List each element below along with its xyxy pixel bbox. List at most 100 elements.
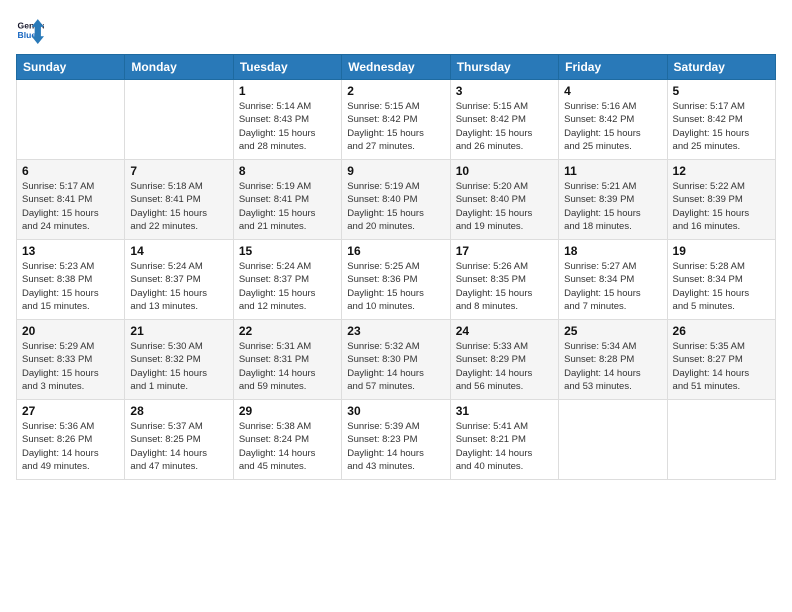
day-number: 2 xyxy=(347,84,444,98)
day-number: 19 xyxy=(673,244,770,258)
calendar-cell: 4Sunrise: 5:16 AM Sunset: 8:42 PM Daylig… xyxy=(559,80,667,160)
day-number: 8 xyxy=(239,164,336,178)
day-number: 3 xyxy=(456,84,553,98)
day-number: 18 xyxy=(564,244,661,258)
day-number: 31 xyxy=(456,404,553,418)
calendar-cell: 15Sunrise: 5:24 AM Sunset: 8:37 PM Dayli… xyxy=(233,240,341,320)
calendar-cell: 29Sunrise: 5:38 AM Sunset: 8:24 PM Dayli… xyxy=(233,400,341,480)
calendar-cell: 28 Sunrise: 5:37 AM Sunset: 8:25 PM Dayli… xyxy=(125,400,233,480)
day-info: Sunrise: 5:20 AM Sunset: 8:40 PM Dayligh… xyxy=(456,180,553,233)
calendar-cell: 21 Sunrise: 5:30 AM Sunset: 8:32 PM Dayli… xyxy=(125,320,233,400)
week-row-4: 20 Sunrise: 5:29 AM Sunset: 8:33 PM Dayli… xyxy=(17,320,776,400)
logo: General Blue xyxy=(16,16,44,44)
day-info: Sunrise: 5:15 AM Sunset: 8:42 PM Dayligh… xyxy=(347,100,444,153)
day-number: 5 xyxy=(673,84,770,98)
day-info: Sunrise: 5:18 AM Sunset: 8:41 PM Dayligh… xyxy=(130,180,227,233)
day-number: 12 xyxy=(673,164,770,178)
calendar-cell: 12 Sunrise: 5:22 AM Sunset: 8:39 PM Dayli… xyxy=(667,160,775,240)
weekday-header-friday: Friday xyxy=(559,55,667,80)
calendar-cell: 14 Sunrise: 5:24 AM Sunset: 8:37 PM Dayli… xyxy=(125,240,233,320)
calendar-cell: 16 Sunrise: 5:25 AM Sunset: 8:36 PM Dayli… xyxy=(342,240,450,320)
calendar-cell: 9 Sunrise: 5:19 AM Sunset: 8:40 PM Daylig… xyxy=(342,160,450,240)
day-number: 16 xyxy=(347,244,444,258)
calendar-cell: 5 Sunrise: 5:17 AM Sunset: 8:42 PM Daylig… xyxy=(667,80,775,160)
day-number: 22 xyxy=(239,324,336,338)
calendar-cell: 7 Sunrise: 5:18 AM Sunset: 8:41 PM Daylig… xyxy=(125,160,233,240)
header: General Blue xyxy=(16,16,776,44)
calendar-cell xyxy=(667,400,775,480)
weekday-header-thursday: Thursday xyxy=(450,55,558,80)
day-info: Sunrise: 5:23 AM Sunset: 8:38 PM Dayligh… xyxy=(22,260,119,313)
day-number: 20 xyxy=(22,324,119,338)
day-info: Sunrise: 5:27 AM Sunset: 8:34 PM Dayligh… xyxy=(564,260,661,313)
day-number: 27 xyxy=(22,404,119,418)
day-number: 21 xyxy=(130,324,227,338)
week-row-1: 1 Sunrise: 5:14 AM Sunset: 8:43 PM Daylig… xyxy=(17,80,776,160)
day-info: Sunrise: 5:19 AM Sunset: 8:40 PM Dayligh… xyxy=(347,180,444,233)
week-row-3: 13 Sunrise: 5:23 AM Sunset: 8:38 PM Dayli… xyxy=(17,240,776,320)
day-info: Sunrise: 5:28 AM Sunset: 8:34 PM Dayligh… xyxy=(673,260,770,313)
day-info: Sunrise: 5:14 AM Sunset: 8:43 PM Dayligh… xyxy=(239,100,336,153)
calendar-cell: 25 Sunrise: 5:34 AM Sunset: 8:28 PM Dayli… xyxy=(559,320,667,400)
weekday-header-tuesday: Tuesday xyxy=(233,55,341,80)
day-number: 6 xyxy=(22,164,119,178)
day-info: Sunrise: 5:36 AM Sunset: 8:26 PM Dayligh… xyxy=(22,420,119,473)
weekday-header-monday: Monday xyxy=(125,55,233,80)
day-info: Sunrise: 5:25 AM Sunset: 8:36 PM Dayligh… xyxy=(347,260,444,313)
weekday-header-row: SundayMondayTuesdayWednesdayThursdayFrid… xyxy=(17,55,776,80)
calendar-cell: 31 Sunrise: 5:41 AM Sunset: 8:21 PM Dayli… xyxy=(450,400,558,480)
day-info: Sunrise: 5:34 AM Sunset: 8:28 PM Dayligh… xyxy=(564,340,661,393)
day-number: 9 xyxy=(347,164,444,178)
day-info: Sunrise: 5:35 AM Sunset: 8:27 PM Dayligh… xyxy=(673,340,770,393)
calendar-cell: 17Sunrise: 5:26 AM Sunset: 8:35 PM Dayli… xyxy=(450,240,558,320)
day-info: Sunrise: 5:24 AM Sunset: 8:37 PM Dayligh… xyxy=(239,260,336,313)
day-number: 23 xyxy=(347,324,444,338)
day-number: 29 xyxy=(239,404,336,418)
day-number: 14 xyxy=(130,244,227,258)
calendar-cell: 26Sunrise: 5:35 AM Sunset: 8:27 PM Dayli… xyxy=(667,320,775,400)
day-info: Sunrise: 5:15 AM Sunset: 8:42 PM Dayligh… xyxy=(456,100,553,153)
calendar-cell: 2 Sunrise: 5:15 AM Sunset: 8:42 PM Daylig… xyxy=(342,80,450,160)
day-number: 17 xyxy=(456,244,553,258)
week-row-5: 27 Sunrise: 5:36 AM Sunset: 8:26 PM Dayli… xyxy=(17,400,776,480)
calendar-cell: 11 Sunrise: 5:21 AM Sunset: 8:39 PM Dayli… xyxy=(559,160,667,240)
day-info: Sunrise: 5:17 AM Sunset: 8:42 PM Dayligh… xyxy=(673,100,770,153)
day-number: 13 xyxy=(22,244,119,258)
calendar-cell: 23 Sunrise: 5:32 AM Sunset: 8:30 PM Dayli… xyxy=(342,320,450,400)
calendar-cell xyxy=(125,80,233,160)
calendar-cell: 8 Sunrise: 5:19 AM Sunset: 8:41 PM Daylig… xyxy=(233,160,341,240)
day-info: Sunrise: 5:39 AM Sunset: 8:23 PM Dayligh… xyxy=(347,420,444,473)
day-number: 25 xyxy=(564,324,661,338)
calendar-cell: 18 Sunrise: 5:27 AM Sunset: 8:34 PM Dayli… xyxy=(559,240,667,320)
calendar-cell: 13 Sunrise: 5:23 AM Sunset: 8:38 PM Dayli… xyxy=(17,240,125,320)
day-info: Sunrise: 5:37 AM Sunset: 8:25 PM Dayligh… xyxy=(130,420,227,473)
day-info: Sunrise: 5:17 AM Sunset: 8:41 PM Dayligh… xyxy=(22,180,119,233)
day-number: 24 xyxy=(456,324,553,338)
day-info: Sunrise: 5:41 AM Sunset: 8:21 PM Dayligh… xyxy=(456,420,553,473)
calendar-cell xyxy=(17,80,125,160)
day-number: 30 xyxy=(347,404,444,418)
day-number: 11 xyxy=(564,164,661,178)
day-number: 28 xyxy=(130,404,227,418)
day-number: 7 xyxy=(130,164,227,178)
calendar-cell: 22 Sunrise: 5:31 AM Sunset: 8:31 PM Dayli… xyxy=(233,320,341,400)
weekday-header-saturday: Saturday xyxy=(667,55,775,80)
day-info: Sunrise: 5:21 AM Sunset: 8:39 PM Dayligh… xyxy=(564,180,661,233)
calendar-cell: 30 Sunrise: 5:39 AM Sunset: 8:23 PM Dayli… xyxy=(342,400,450,480)
logo-icon: General Blue xyxy=(16,16,44,44)
day-number: 4 xyxy=(564,84,661,98)
calendar-cell xyxy=(559,400,667,480)
day-info: Sunrise: 5:22 AM Sunset: 8:39 PM Dayligh… xyxy=(673,180,770,233)
day-info: Sunrise: 5:29 AM Sunset: 8:33 PM Dayligh… xyxy=(22,340,119,393)
day-info: Sunrise: 5:31 AM Sunset: 8:31 PM Dayligh… xyxy=(239,340,336,393)
day-info: Sunrise: 5:24 AM Sunset: 8:37 PM Dayligh… xyxy=(130,260,227,313)
calendar-cell: 10Sunrise: 5:20 AM Sunset: 8:40 PM Dayli… xyxy=(450,160,558,240)
calendar-cell: 6 Sunrise: 5:17 AM Sunset: 8:41 PM Daylig… xyxy=(17,160,125,240)
day-info: Sunrise: 5:19 AM Sunset: 8:41 PM Dayligh… xyxy=(239,180,336,233)
day-info: Sunrise: 5:30 AM Sunset: 8:32 PM Dayligh… xyxy=(130,340,227,393)
day-info: Sunrise: 5:32 AM Sunset: 8:30 PM Dayligh… xyxy=(347,340,444,393)
day-number: 1 xyxy=(239,84,336,98)
calendar-cell: 20 Sunrise: 5:29 AM Sunset: 8:33 PM Dayli… xyxy=(17,320,125,400)
day-info: Sunrise: 5:33 AM Sunset: 8:29 PM Dayligh… xyxy=(456,340,553,393)
calendar-cell: 27 Sunrise: 5:36 AM Sunset: 8:26 PM Dayli… xyxy=(17,400,125,480)
